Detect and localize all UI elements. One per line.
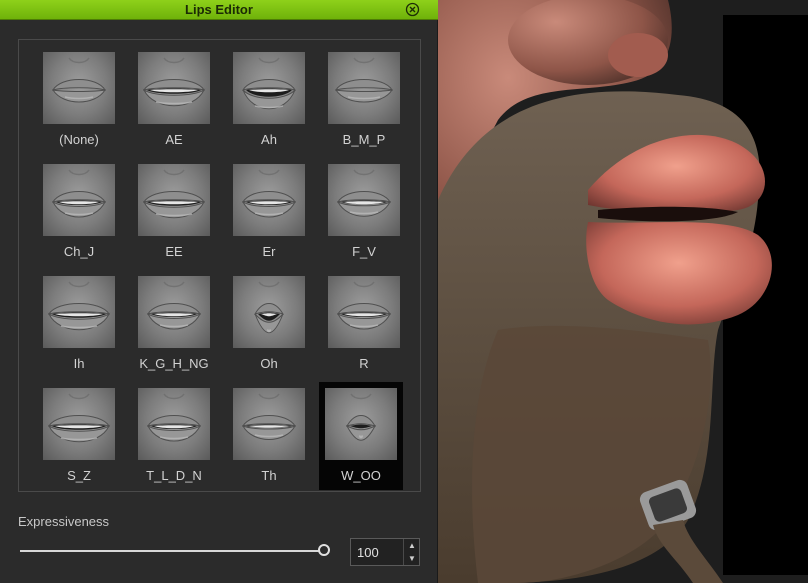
- spin-down-icon[interactable]: ▼: [404, 552, 420, 565]
- viseme-label: EE: [165, 244, 183, 259]
- viseme-tile[interactable]: Ah: [227, 46, 311, 154]
- viseme-tile[interactable]: EE: [132, 158, 216, 266]
- lips-thumbnail: [233, 52, 305, 124]
- lips-thumbnail: [328, 276, 400, 348]
- lips-thumbnail: [233, 164, 305, 236]
- viseme-tile[interactable]: Oh: [227, 270, 311, 378]
- viseme-label: Ch_J: [63, 244, 95, 259]
- viseme-label: S_Z: [67, 468, 91, 483]
- expressiveness-spinbox: ▲ ▼: [350, 538, 420, 566]
- viseme-tile-selected[interactable]: W_OO: [319, 382, 403, 490]
- expressiveness-slider-handle[interactable]: [318, 544, 330, 556]
- lips-thumbnail: [325, 388, 397, 460]
- lips-thumbnail: [138, 388, 210, 460]
- spin-arrows: ▲ ▼: [403, 539, 420, 565]
- lips-thumbnail: [233, 276, 305, 348]
- window-title: Lips Editor: [185, 2, 253, 17]
- viseme-tile[interactable]: Th: [227, 382, 311, 490]
- viseme-grid: (None) AE Ah B_M_P Ch_J EE Er F_V Ih K_G…: [18, 39, 421, 492]
- viseme-tile[interactable]: Ih: [37, 270, 121, 378]
- viseme-tile[interactable]: T_L_D_N: [132, 382, 216, 490]
- viseme-label: (None): [59, 132, 99, 147]
- lips-thumbnail: [43, 164, 115, 236]
- expressiveness-slider-track[interactable]: [20, 550, 326, 552]
- expressiveness-label: Expressiveness: [18, 514, 110, 529]
- viseme-label: Ah: [261, 132, 277, 147]
- viseme-label: AE: [165, 132, 183, 147]
- viseme-tile[interactable]: S_Z: [37, 382, 121, 490]
- viseme-label: F_V: [352, 244, 376, 259]
- lips-thumbnail: [138, 52, 210, 124]
- lips-thumbnail: [328, 164, 400, 236]
- viseme-tile[interactable]: F_V: [322, 158, 406, 266]
- lips-thumbnail: [43, 276, 115, 348]
- close-circle-icon[interactable]: [405, 2, 420, 17]
- viseme-tile[interactable]: B_M_P: [322, 46, 406, 154]
- viseme-tile[interactable]: AE: [132, 46, 216, 154]
- lips-thumbnail: [43, 52, 115, 124]
- lips-editor-panel: Lips Editor (None) AE Ah B_M_P Ch_J EE E…: [0, 0, 438, 583]
- viseme-label: Ih: [73, 356, 85, 371]
- expressiveness-value-input[interactable]: [351, 539, 403, 565]
- viseme-tile[interactable]: Ch_J: [37, 158, 121, 266]
- lips-thumbnail: [43, 388, 115, 460]
- lips-thumbnail: [328, 52, 400, 124]
- viseme-label: K_G_H_NG: [139, 356, 209, 371]
- spin-up-icon[interactable]: ▲: [404, 539, 420, 552]
- viseme-label: W_OO: [341, 468, 381, 483]
- viseme-tile[interactable]: R: [322, 270, 406, 378]
- viseme-label: Th: [261, 468, 277, 483]
- 3d-viewport[interactable]: [438, 0, 808, 583]
- title-bar[interactable]: Lips Editor: [0, 0, 438, 20]
- viseme-label: R: [359, 356, 369, 371]
- lips-thumbnail: [138, 276, 210, 348]
- viseme-label: Er: [262, 244, 276, 259]
- viseme-tile[interactable]: (None): [37, 46, 121, 154]
- viseme-label: B_M_P: [342, 132, 386, 147]
- viseme-label: Oh: [260, 356, 278, 371]
- viseme-tile[interactable]: Er: [227, 158, 311, 266]
- viseme-tile[interactable]: K_G_H_NG: [132, 270, 216, 378]
- lips-thumbnail: [138, 164, 210, 236]
- viseme-label: T_L_D_N: [146, 468, 202, 483]
- character-face-render: [438, 0, 772, 583]
- lips-thumbnail: [233, 388, 305, 460]
